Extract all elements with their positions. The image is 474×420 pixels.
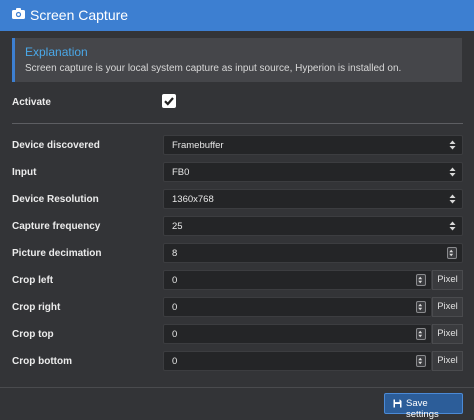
- explanation-text: Screen capture is your local system capt…: [25, 63, 402, 74]
- device-resolution-select[interactable]: 1360x768: [163, 189, 463, 209]
- footer-divider: [0, 387, 474, 388]
- crop-right-unit: Pixel: [432, 297, 463, 317]
- select-caret-icon: [449, 167, 456, 177]
- device-resolution-value: 1360x768: [172, 194, 214, 205]
- crop-top-unit: Pixel: [432, 324, 463, 344]
- number-spinner[interactable]: [416, 274, 426, 286]
- spinner-arrows-icon: [418, 303, 423, 311]
- crop-top-label: Crop top: [12, 329, 54, 340]
- explanation-title: Explanation: [25, 45, 88, 59]
- crop-bottom-input[interactable]: 0: [163, 351, 432, 371]
- number-spinner[interactable]: [416, 328, 426, 340]
- save-settings-label: Save settings: [406, 398, 439, 420]
- activate-checkbox[interactable]: [162, 94, 176, 108]
- spinner-arrows-icon: [418, 357, 423, 365]
- input-value: FB0: [172, 167, 190, 178]
- number-spinner[interactable]: [416, 355, 426, 367]
- device-discovered-label: Device discovered: [12, 140, 100, 151]
- picture-decimation-value: 8: [172, 248, 178, 259]
- crop-left-unit: Pixel: [432, 270, 463, 290]
- capture-frequency-label: Capture frequency: [12, 221, 101, 232]
- crop-left-input[interactable]: 0: [163, 270, 432, 290]
- picture-decimation-input[interactable]: 8: [163, 243, 463, 263]
- section-divider: [12, 123, 463, 124]
- crop-bottom-unit: Pixel: [432, 351, 463, 371]
- panel-title: Screen Capture: [30, 7, 129, 23]
- floppy-disk-icon: [393, 399, 402, 408]
- input-label: Input: [12, 167, 37, 178]
- panel-header: Screen Capture: [0, 0, 474, 31]
- select-caret-icon: [449, 140, 456, 150]
- input-select[interactable]: FB0: [163, 162, 463, 182]
- save-settings-button[interactable]: Save settings: [384, 393, 463, 420]
- device-discovered-select[interactable]: Framebuffer: [163, 135, 463, 155]
- spinner-arrows-icon: [418, 330, 423, 338]
- explanation-box: Explanation Screen capture is your local…: [12, 38, 462, 82]
- spinner-arrows-icon: [449, 249, 454, 257]
- activate-label: Activate: [12, 97, 51, 108]
- crop-top-input[interactable]: 0: [163, 324, 432, 344]
- number-spinner[interactable]: [447, 247, 457, 259]
- crop-left-value: 0: [172, 275, 178, 286]
- device-resolution-label: Device Resolution: [12, 194, 99, 205]
- crop-bottom-label: Crop bottom: [12, 356, 72, 367]
- crop-right-value: 0: [172, 302, 178, 313]
- select-caret-icon: [449, 221, 456, 231]
- crop-top-value: 0: [172, 329, 178, 340]
- crop-left-label: Crop left: [12, 275, 54, 286]
- camera-icon: [12, 8, 25, 19]
- select-caret-icon: [449, 194, 456, 204]
- number-spinner[interactable]: [416, 301, 426, 313]
- checkmark-icon: [164, 97, 174, 106]
- spinner-arrows-icon: [418, 276, 423, 284]
- crop-right-input[interactable]: 0: [163, 297, 432, 317]
- crop-right-label: Crop right: [12, 302, 61, 313]
- capture-frequency-value: 25: [172, 221, 183, 232]
- crop-bottom-value: 0: [172, 356, 178, 367]
- picture-decimation-label: Picture decimation: [12, 248, 102, 259]
- capture-frequency-select[interactable]: 25: [163, 216, 463, 236]
- device-discovered-value: Framebuffer: [172, 140, 224, 151]
